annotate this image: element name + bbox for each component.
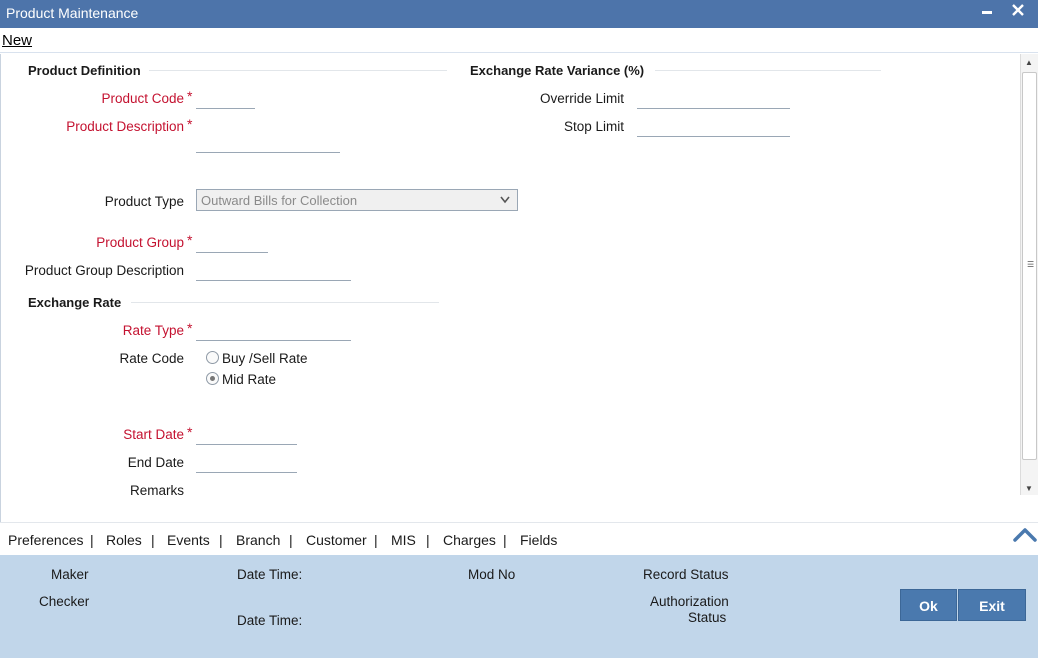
- tab-customer[interactable]: Customer: [306, 532, 367, 548]
- product-group-description-label: Product Group Description: [24, 263, 184, 278]
- tab-branch[interactable]: Branch: [236, 532, 280, 548]
- tab-charges[interactable]: Charges: [443, 532, 496, 548]
- radio-buy-sell-rate-label: Buy /Sell Rate: [222, 351, 308, 366]
- ok-button[interactable]: Ok: [900, 589, 957, 621]
- menu-bar: New: [0, 28, 1038, 53]
- new-menu-item[interactable]: New: [2, 32, 32, 49]
- maker-label: Maker: [51, 567, 89, 582]
- maker-date-time-label: Date Time:: [237, 567, 303, 582]
- scroll-up-icon[interactable]: ▲: [1025, 58, 1033, 67]
- end-date-label: End Date: [127, 455, 184, 470]
- start-date-label: Start Date: [123, 427, 184, 442]
- rate-type-label: Rate Type: [122, 323, 184, 338]
- checker-date-time-label: Date Time:: [237, 613, 303, 628]
- override-limit-label: Override Limit: [539, 91, 624, 106]
- collapse-up-icon[interactable]: [1012, 525, 1038, 545]
- scroll-down-icon[interactable]: ▼: [1025, 484, 1033, 493]
- section-divider: [149, 70, 447, 71]
- end-date-field[interactable]: [196, 455, 297, 473]
- audit-footer: Maker Checker Date Time: Date Time: Mod …: [0, 555, 1038, 658]
- tab-separator: |: [90, 532, 94, 548]
- rate-type-field[interactable]: [196, 323, 351, 341]
- scrollbar-thumb[interactable]: ☰: [1022, 72, 1037, 460]
- product-group-label: Product Group: [96, 235, 184, 250]
- minimize-icon[interactable]: [980, 0, 994, 25]
- exchange-rate-title: Exchange Rate: [28, 295, 122, 310]
- tab-preferences[interactable]: Preferences: [8, 532, 83, 548]
- required-marker: *: [187, 232, 193, 248]
- vertical-scrollbar[interactable]: ▲ ☰ ▼: [1020, 54, 1038, 495]
- required-marker: *: [187, 424, 193, 440]
- window-titlebar: Product Maintenance: [0, 0, 1038, 28]
- product-code-label: Product Code: [101, 91, 184, 106]
- checker-label: Checker: [39, 594, 90, 609]
- exchange-rate-variance-title: Exchange Rate Variance (%): [470, 63, 645, 78]
- product-description-label: Product Description: [66, 119, 184, 134]
- tab-separator: |: [289, 532, 293, 548]
- section-divider: [131, 302, 439, 303]
- start-date-field[interactable]: [196, 427, 297, 445]
- tab-separator: |: [503, 532, 507, 548]
- authorization-status-label: Status: [688, 610, 727, 625]
- radio-mid-rate-label: Mid Rate: [222, 372, 277, 387]
- tab-separator: |: [374, 532, 378, 548]
- required-marker: *: [187, 88, 193, 104]
- rate-code-label: Rate Code: [119, 351, 184, 366]
- grip-icon: ☰: [1027, 260, 1034, 269]
- tab-events[interactable]: Events: [167, 532, 210, 548]
- remarks-label: Remarks: [129, 483, 184, 498]
- tab-bar: Preferences | Roles | Events | Branch | …: [0, 522, 1038, 555]
- required-marker: *: [187, 320, 193, 336]
- window-title: Product Maintenance: [6, 5, 139, 21]
- required-marker: *: [187, 116, 193, 132]
- tab-mis[interactable]: MIS: [391, 532, 416, 548]
- authorization-label: Authorization: [650, 594, 729, 609]
- radio-buy-sell-rate[interactable]: [206, 351, 219, 364]
- product-type-select[interactable]: Outward Bills for Collection: [196, 189, 518, 211]
- product-type-label: Product Type: [104, 194, 184, 209]
- exit-button[interactable]: Exit: [958, 589, 1026, 621]
- product-type-value: Outward Bills for Collection: [201, 193, 358, 208]
- product-code-field[interactable]: [196, 91, 255, 109]
- form-content: Product Definition Product Code * Produc…: [0, 54, 1020, 522]
- close-icon[interactable]: [1010, 1, 1026, 26]
- mod-no-label: Mod No: [468, 567, 516, 582]
- product-definition-title: Product Definition: [28, 63, 141, 78]
- tab-separator: |: [219, 532, 223, 548]
- stop-limit-label: Stop Limit: [563, 119, 624, 134]
- radio-mid-rate[interactable]: [206, 372, 219, 385]
- override-limit-field[interactable]: [637, 91, 790, 109]
- record-status-label: Record Status: [643, 567, 729, 582]
- stop-limit-field[interactable]: [637, 119, 790, 137]
- product-description-field[interactable]: [196, 135, 340, 153]
- tab-separator: |: [151, 532, 155, 548]
- product-group-field[interactable]: [196, 235, 268, 253]
- product-group-description-field[interactable]: [196, 263, 351, 281]
- tab-separator: |: [426, 532, 430, 548]
- chevron-down-icon: [500, 196, 510, 204]
- tab-fields[interactable]: Fields: [520, 532, 557, 548]
- tab-roles[interactable]: Roles: [106, 532, 142, 548]
- section-divider: [655, 70, 881, 71]
